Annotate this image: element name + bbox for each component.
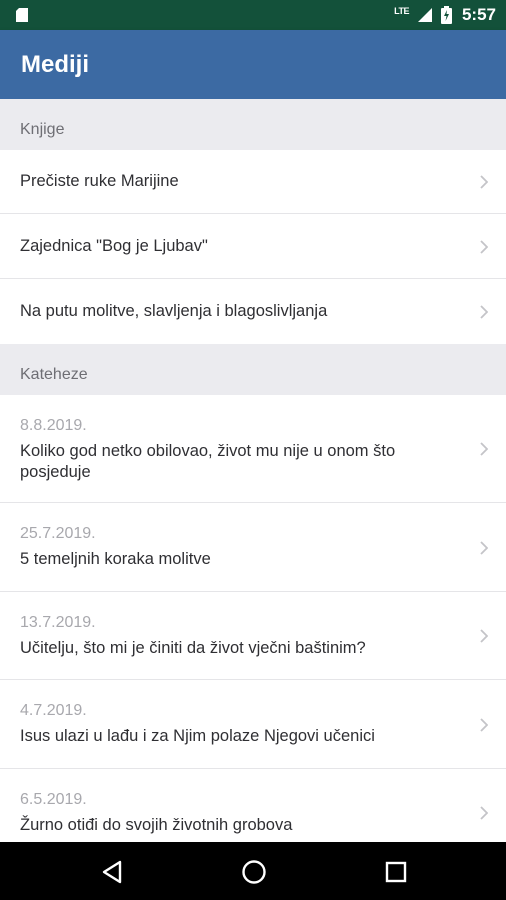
battery-charging-icon bbox=[440, 6, 452, 24]
chevron-right-icon bbox=[480, 240, 488, 254]
catechesis-title: Učitelju, što mi je činiti da život vječ… bbox=[20, 639, 366, 657]
chevron-right-icon bbox=[480, 718, 488, 732]
book-title: Zajednica "Bog je Ljubav" bbox=[20, 237, 208, 255]
list-item-book[interactable]: Na putu molitve, slavljenja i blagoslivl… bbox=[0, 279, 506, 344]
page-title: Mediji bbox=[21, 51, 90, 78]
chevron-right-icon bbox=[480, 305, 488, 319]
catechesis-title: Žurno otiđi do svojih životnih grobova bbox=[20, 816, 293, 834]
book-title: Prečiste ruke Marijine bbox=[20, 172, 179, 190]
list-item-catechesis[interactable]: 13.7.2019. Učitelju, što mi je činiti da… bbox=[0, 592, 506, 680]
catechesis-date: 8.8.2019. bbox=[20, 417, 87, 434]
lte-signal-icon bbox=[417, 8, 432, 22]
catechesis-date: 6.5.2019. bbox=[20, 791, 87, 808]
chevron-right-icon bbox=[480, 175, 488, 189]
network-type: LTE bbox=[394, 6, 409, 16]
navigation-bar bbox=[0, 842, 506, 900]
back-icon[interactable] bbox=[101, 860, 123, 884]
chevron-right-icon bbox=[480, 806, 488, 820]
catechesis-date: 25.7.2019. bbox=[20, 525, 96, 542]
recents-icon[interactable] bbox=[385, 861, 407, 883]
chevron-right-icon bbox=[480, 629, 488, 643]
catechesis-title: Koliko god netko obilovao, život mu nije… bbox=[20, 442, 396, 481]
catechesis-date: 13.7.2019. bbox=[20, 614, 96, 631]
list-item-catechesis[interactable]: 25.7.2019. 5 temeljnih koraka molitve bbox=[0, 503, 506, 592]
media-list[interactable]: Knjige Prečiste ruke Marijine Zajednica … bbox=[0, 99, 506, 841]
list-item-book[interactable]: Zajednica "Bog je Ljubav" bbox=[0, 214, 506, 279]
chevron-right-icon bbox=[480, 541, 488, 555]
list-item-book[interactable]: Prečiste ruke Marijine bbox=[0, 150, 506, 214]
chevron-right-icon bbox=[480, 442, 488, 456]
status-bar: LTE 5:57 bbox=[0, 0, 506, 30]
catechesis-title: 5 temeljnih koraka molitve bbox=[20, 550, 211, 568]
home-icon[interactable] bbox=[241, 859, 267, 885]
list-item-catechesis[interactable]: 6.5.2019. Žurno otiđi do svojih životnih… bbox=[0, 769, 506, 841]
app-bar: Mediji bbox=[0, 30, 506, 99]
sd-card-icon bbox=[16, 8, 28, 22]
clock: 5:57 bbox=[461, 5, 496, 24]
catechesis-title: Isus ulazi u lađu i za Njim polaze Njego… bbox=[20, 727, 375, 745]
list-item-catechesis[interactable]: 8.8.2019. Koliko god netko obilovao, živ… bbox=[0, 395, 506, 503]
section-header-catecheses: Kateheze bbox=[0, 344, 506, 395]
catechesis-date: 4.7.2019. bbox=[20, 702, 87, 719]
list-item-catechesis[interactable]: 4.7.2019. Isus ulazi u lađu i za Njim po… bbox=[0, 680, 506, 769]
book-title: Na putu molitve, slavljenja i blagoslivl… bbox=[20, 302, 328, 320]
section-header-books: Knjige bbox=[0, 99, 506, 150]
